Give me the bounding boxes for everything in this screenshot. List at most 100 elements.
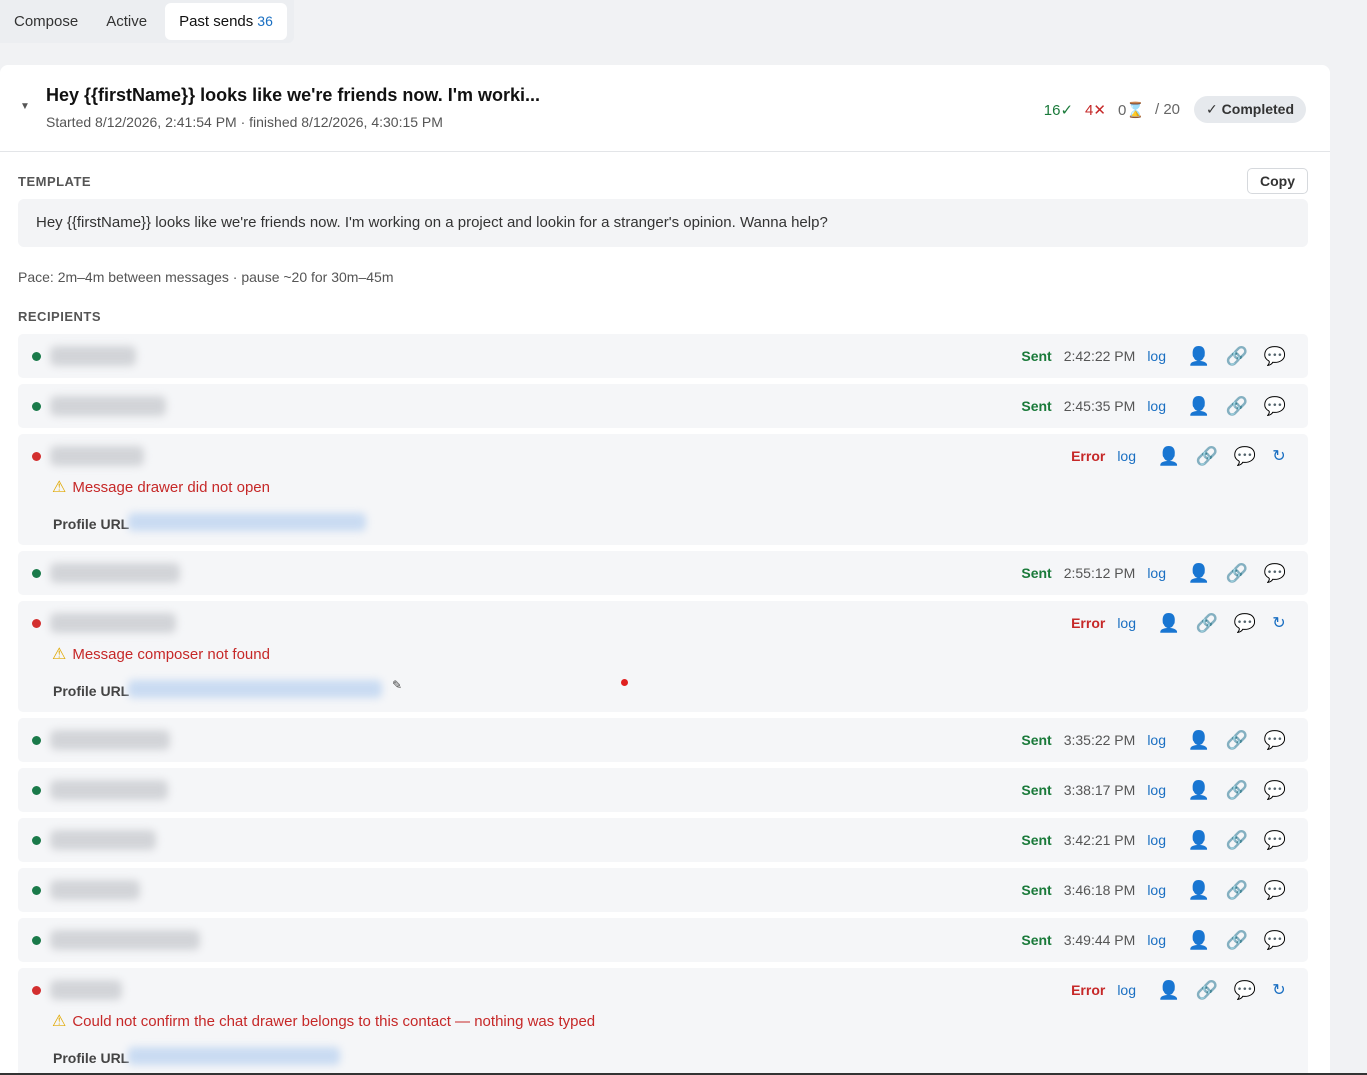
profile-icon[interactable]: 👤 (1180, 780, 1218, 801)
log-link[interactable]: log (1147, 348, 1166, 364)
log-link[interactable]: log (1147, 398, 1166, 414)
chat-icon[interactable]: 💬 (1226, 446, 1264, 467)
recipient-row: Sent 3:35:22 PM log 👤 🔗 💬 (18, 718, 1308, 762)
profile-url-link[interactable] (128, 513, 366, 531)
chat-icon[interactable]: 💬 (1256, 830, 1294, 851)
profile-icon[interactable]: 👤 (1180, 346, 1218, 367)
chat-icon[interactable]: 💬 (1256, 563, 1294, 584)
recipients-list: Sent 2:42:22 PM log 👤 🔗 💬 Sent 2:45:35 P… (18, 334, 1308, 1075)
profile-icon[interactable]: 👤 (1180, 563, 1218, 584)
row-actions: Error log 👤 🔗 💬 ↻ (1071, 601, 1294, 645)
profile-url-link[interactable] (128, 1047, 340, 1065)
recipient-name (50, 730, 170, 750)
hourglass-icon: ⌛ (1126, 101, 1145, 119)
profile-icon[interactable]: 👤 (1150, 446, 1188, 467)
row-time: 3:46:18 PM (1063, 882, 1136, 898)
recipient-name (50, 346, 136, 366)
profile-icon[interactable]: 👤 (1180, 730, 1218, 751)
profile-url-link[interactable] (128, 680, 382, 698)
chat-icon[interactable]: 💬 (1226, 980, 1264, 1001)
row-time: 2:45:35 PM (1063, 398, 1136, 414)
row-actions: Sent 2:45:35 PM log 👤 🔗 💬 (1021, 384, 1294, 428)
error-count: 4✕ (1085, 101, 1106, 119)
link-icon[interactable]: 🔗 (1218, 396, 1256, 417)
link-icon[interactable]: 🔗 (1188, 613, 1226, 634)
recipient-row: Sent 2:42:22 PM log 👤 🔗 💬 (18, 334, 1308, 378)
status-dot (32, 352, 41, 361)
tab-compose[interactable]: Compose (0, 3, 92, 40)
log-link[interactable]: log (1147, 732, 1166, 748)
link-icon[interactable]: 🔗 (1218, 830, 1256, 851)
send-subtitle: Started 8/12/2026, 2:41:54 PM · finished… (46, 114, 443, 130)
log-link[interactable]: log (1147, 932, 1166, 948)
status-dot (32, 986, 41, 995)
recipient-name (50, 930, 200, 950)
recipient-row: Error log 👤 🔗 💬 ↻ ⚠ Could not confirm the… (18, 968, 1308, 1075)
row-status: Sent (1021, 348, 1052, 364)
link-icon[interactable]: 🔗 (1188, 980, 1226, 1001)
template-label: TEMPLATE (18, 174, 92, 189)
row-actions: Error log 👤 🔗 💬 ↻ (1071, 968, 1294, 1012)
log-link[interactable]: log (1117, 982, 1136, 998)
profile-icon[interactable]: 👤 (1150, 613, 1188, 634)
profile-icon[interactable]: 👤 (1180, 880, 1218, 901)
status-dot (32, 452, 41, 461)
link-icon[interactable]: 🔗 (1218, 880, 1256, 901)
status-dot (32, 569, 41, 578)
copy-button[interactable]: Copy (1247, 168, 1308, 194)
profile-icon[interactable]: 👤 (1180, 830, 1218, 851)
collapse-caret-icon[interactable]: ▼ (20, 101, 30, 112)
log-link[interactable]: log (1147, 832, 1166, 848)
recipient-row: Sent 2:55:12 PM log 👤 🔗 💬 (18, 551, 1308, 595)
row-time: 3:38:17 PM (1063, 782, 1136, 798)
chat-icon[interactable]: 💬 (1256, 730, 1294, 751)
recipient-row: Sent 3:49:44 PM log 👤 🔗 💬 (18, 918, 1308, 962)
row-actions: Sent 3:42:21 PM log 👤 🔗 💬 (1021, 818, 1294, 862)
chat-icon[interactable]: 💬 (1256, 930, 1294, 951)
profile-icon[interactable]: 👤 (1180, 930, 1218, 951)
link-icon[interactable]: 🔗 (1218, 930, 1256, 951)
recipient-name (50, 880, 140, 900)
log-link[interactable]: log (1147, 882, 1166, 898)
profile-url-label: Profile URL (53, 683, 130, 699)
warning-icon: ⚠ (52, 646, 67, 663)
link-icon[interactable]: 🔗 (1188, 446, 1226, 467)
log-link[interactable]: log (1117, 448, 1136, 464)
recipient-name (50, 446, 144, 466)
chat-icon[interactable]: 💬 (1256, 880, 1294, 901)
tab-active[interactable]: Active (92, 3, 161, 40)
status-dot (32, 619, 41, 628)
status-dot (32, 836, 41, 845)
retry-icon[interactable]: ↻ (1264, 980, 1294, 1000)
log-link[interactable]: log (1147, 565, 1166, 581)
row-status: Sent (1021, 832, 1052, 848)
recipient-name (50, 613, 176, 633)
profile-icon[interactable]: 👤 (1180, 396, 1218, 417)
status-dot (32, 936, 41, 945)
row-time: 3:42:21 PM (1063, 832, 1136, 848)
cursor-dot (621, 679, 628, 686)
retry-icon[interactable]: ↻ (1264, 613, 1294, 633)
link-icon[interactable]: 🔗 (1218, 730, 1256, 751)
recipient-row: Error log 👤 🔗 💬 ↻ ⚠ Message drawer did no… (18, 434, 1308, 545)
send-title: Hey {{firstName}} looks like we're frien… (46, 85, 541, 105)
send-header[interactable]: ▼ Hey {{firstName}} looks like we're fri… (0, 65, 1330, 152)
chat-icon[interactable]: 💬 (1256, 396, 1294, 417)
profile-icon[interactable]: 👤 (1150, 980, 1188, 1001)
chat-icon[interactable]: 💬 (1256, 346, 1294, 367)
pencil-icon[interactable]: ✎ (392, 678, 402, 692)
sent-count: 16✓ (1043, 101, 1074, 119)
row-time: 2:42:22 PM (1063, 348, 1136, 364)
recipient-name (50, 980, 122, 1000)
link-icon[interactable]: 🔗 (1218, 780, 1256, 801)
log-link[interactable]: log (1147, 782, 1166, 798)
chat-icon[interactable]: 💬 (1256, 780, 1294, 801)
log-link[interactable]: log (1117, 615, 1136, 631)
link-icon[interactable]: 🔗 (1218, 563, 1256, 584)
row-actions: Error log 👤 🔗 💬 ↻ (1071, 434, 1294, 478)
tab-past-sends[interactable]: Past sends 36 (165, 3, 287, 40)
chat-icon[interactable]: 💬 (1226, 613, 1264, 634)
link-icon[interactable]: 🔗 (1218, 346, 1256, 367)
row-actions: Sent 2:55:12 PM log 👤 🔗 💬 (1021, 551, 1294, 595)
retry-icon[interactable]: ↻ (1264, 446, 1294, 466)
